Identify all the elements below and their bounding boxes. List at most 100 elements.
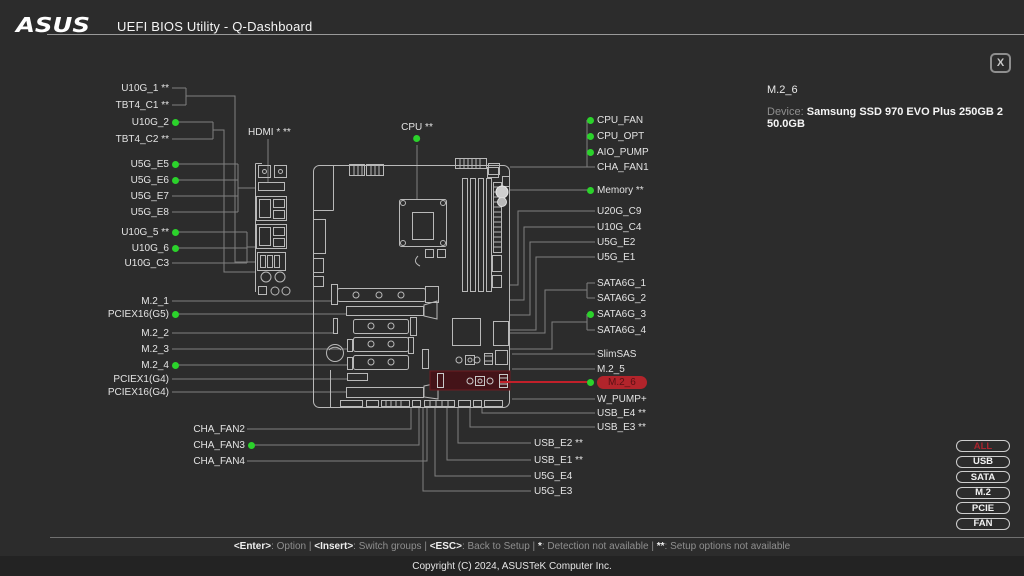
filter-button-m2[interactable]: M.2 (956, 486, 1010, 499)
power-headers (349, 158, 510, 187)
status-dot (172, 118, 179, 126)
connector-label-cpu[interactable]: CPU ** (401, 122, 433, 142)
connector-label-usb_e4[interactable]: USB_E4 ** (597, 406, 646, 420)
connector-label-sata6g_2[interactable]: SATA6G_2 (597, 291, 646, 305)
filter-button-pcie[interactable]: PCIE (956, 502, 1010, 514)
cpu-socket (399, 199, 447, 267)
filter-button-sata[interactable]: SATA (956, 471, 1010, 483)
status-dot (172, 160, 179, 168)
status-dot (172, 228, 179, 236)
connector-label-u5g_e8[interactable]: U5G_E8 (131, 205, 169, 219)
connector-label-tbt4_c1[interactable]: TBT4_C1 ** (116, 98, 169, 112)
connector-label-usb_e3[interactable]: USB_E3 ** (597, 420, 646, 434)
connector-label-pciex16_g5[interactable]: PCIEX16(G5) (108, 307, 179, 321)
connector-label-text: USB_E3 ** (597, 421, 646, 433)
connector-label-text: USB_E2 ** (534, 437, 583, 449)
info-connector-name: M.2_6 (767, 84, 798, 96)
connector-label-u5g_e7[interactable]: U5G_E7 (131, 189, 169, 203)
connector-label-cpu_fan[interactable]: CPU_FAN (587, 113, 643, 127)
copyright-bar: Copyright (C) 2024, ASUSTeK Computer Inc… (0, 556, 1024, 576)
connector-label-slimsas[interactable]: SlimSAS (597, 347, 636, 361)
connector-label-u5g_e3[interactable]: U5G_E3 (534, 484, 572, 498)
status-dot (587, 132, 594, 140)
footer-hints: <Enter>: Option | <Insert>: Switch group… (233, 541, 791, 552)
connector-label-m2_1[interactable]: M.2_1 (141, 294, 169, 308)
connector-label-u10g_1[interactable]: U10G_1 ** (121, 81, 169, 95)
connector-label-u5g_e1[interactable]: U5G_E1 (597, 250, 635, 264)
connector-label-text: U10G_1 ** (121, 82, 169, 94)
connector-label-u10g_2[interactable]: U10G_2 (132, 115, 179, 129)
connector-label-text: U5G_E1 (597, 251, 636, 263)
hint-item: **: Setup options not available (656, 541, 791, 552)
connector-label-text: CHA_FAN2 (193, 423, 245, 435)
connector-label-text: Memory ** (597, 184, 644, 196)
connector-label-text: PCIEX1(G4) (113, 373, 169, 385)
device-label: Device: (767, 106, 804, 118)
connector-label-sata6g_4[interactable]: SATA6G_4 (597, 323, 646, 337)
connector-label-u10g_c3[interactable]: U10G_C3 (125, 256, 169, 270)
connector-label-memory[interactable]: Memory ** (587, 183, 644, 197)
q-dashboard-screen: ASUS UEFI BIOS Utility - Q-Dashboard X U… (0, 0, 1024, 576)
connector-label-text: U5G_E8 (130, 206, 169, 218)
connector-label-m2_5[interactable]: M.2_5 (597, 362, 625, 376)
connector-label-u10g_c4[interactable]: U10G_C4 (597, 220, 641, 234)
connector-label-cpu_opt[interactable]: CPU_OPT (587, 129, 644, 143)
connector-label-usb_e1[interactable]: USB_E1 ** (534, 453, 583, 467)
connector-label-text: U10G_C4 (597, 221, 642, 233)
connector-label-u5g_e6[interactable]: U5G_E6 (131, 173, 179, 187)
connector-label-u5g_e4[interactable]: U5G_E4 (534, 469, 572, 483)
connector-label-u10g_6[interactable]: U10G_6 (132, 241, 179, 255)
filter-button-all[interactable]: ALL (956, 440, 1010, 452)
connector-label-text: U5G_E4 (534, 470, 573, 482)
connector-label-cha_fan2[interactable]: CHA_FAN2 (193, 422, 245, 436)
connector-label-cha_fan4[interactable]: CHA_FAN4 (193, 454, 245, 468)
status-dot (172, 176, 179, 184)
connector-label-m2_4[interactable]: M.2_4 (141, 358, 179, 372)
hint-item: <Insert>: Switch groups (314, 541, 422, 552)
connector-label-u10g_5[interactable]: U10G_5 ** (121, 225, 179, 239)
filter-button-usb[interactable]: USB (956, 455, 1010, 468)
connector-label-text: U5G_E2 (597, 236, 636, 248)
connector-label-m2_2[interactable]: M.2_2 (141, 326, 169, 340)
connector-label-text: CPU_OPT (597, 130, 645, 142)
connector-label-text: SATA6G_4 (597, 324, 647, 336)
connector-label-text: AIO_PUMP (597, 146, 649, 158)
connector-label-text: M.2_2 (141, 327, 169, 339)
connector-label-u5g_e5[interactable]: U5G_E5 (131, 157, 179, 171)
connector-label-text: U10G_5 ** (121, 226, 169, 238)
front-panel-strip (492, 182, 509, 365)
filter-button-fan[interactable]: FAN (956, 517, 1010, 530)
connector-label-pciex16_g4[interactable]: PCIEX16(G4) (108, 385, 169, 399)
connector-label-sata6g_1[interactable]: SATA6G_1 (597, 276, 646, 290)
connector-label-cha_fan3[interactable]: CHA_FAN3 (193, 438, 255, 452)
connector-label-u20g_c9[interactable]: U20G_C9 (597, 204, 641, 218)
connector-label-text: M.2_5 (597, 363, 625, 375)
connector-label-text: M.2_4 (141, 359, 169, 371)
status-dot (587, 116, 594, 124)
connector-label-usb_e2[interactable]: USB_E2 ** (534, 436, 583, 450)
connector-label-text: CPU ** (401, 122, 433, 133)
connector-label-text: TBT4_C2 ** (115, 133, 169, 145)
connector-label-aio_pump[interactable]: AIO_PUMP (587, 145, 649, 159)
connector-label-pciex1_g4[interactable]: PCIEX1(G4) (113, 372, 169, 386)
connector-label-hdmi[interactable]: HDMI * ** (248, 125, 291, 139)
connector-label-sata6g_3[interactable]: SATA6G_3 (587, 307, 646, 321)
io-panel (255, 163, 291, 296)
connector-label-text: USB_E1 ** (534, 454, 583, 466)
connector-label-cha_fan1[interactable]: CHA_FAN1 (597, 160, 649, 174)
connector-label-w_pump[interactable]: W_PUMP+ (597, 392, 647, 406)
status-dot (587, 310, 594, 318)
footer-divider (50, 537, 1024, 538)
connector-label-text: SATA6G_2 (597, 292, 647, 304)
hint-item: <ESC>: Back to Setup (429, 541, 530, 552)
connector-label-text: CHA_FAN3 (193, 439, 245, 451)
connector-label-m2_6[interactable]: M.2_6 (587, 375, 647, 389)
status-dot (248, 441, 255, 449)
connector-label-text: TBT4_C1 ** (115, 99, 169, 111)
connector-label-text: USB_E4 ** (597, 407, 646, 419)
connector-label-u5g_e2[interactable]: U5G_E2 (597, 235, 635, 249)
connector-label-text: CPU_FAN (597, 114, 644, 126)
connector-label-text: SATA6G_3 (597, 308, 647, 320)
connector-label-m2_3[interactable]: M.2_3 (141, 342, 169, 356)
connector-label-tbt4_c2[interactable]: TBT4_C2 ** (116, 132, 169, 146)
